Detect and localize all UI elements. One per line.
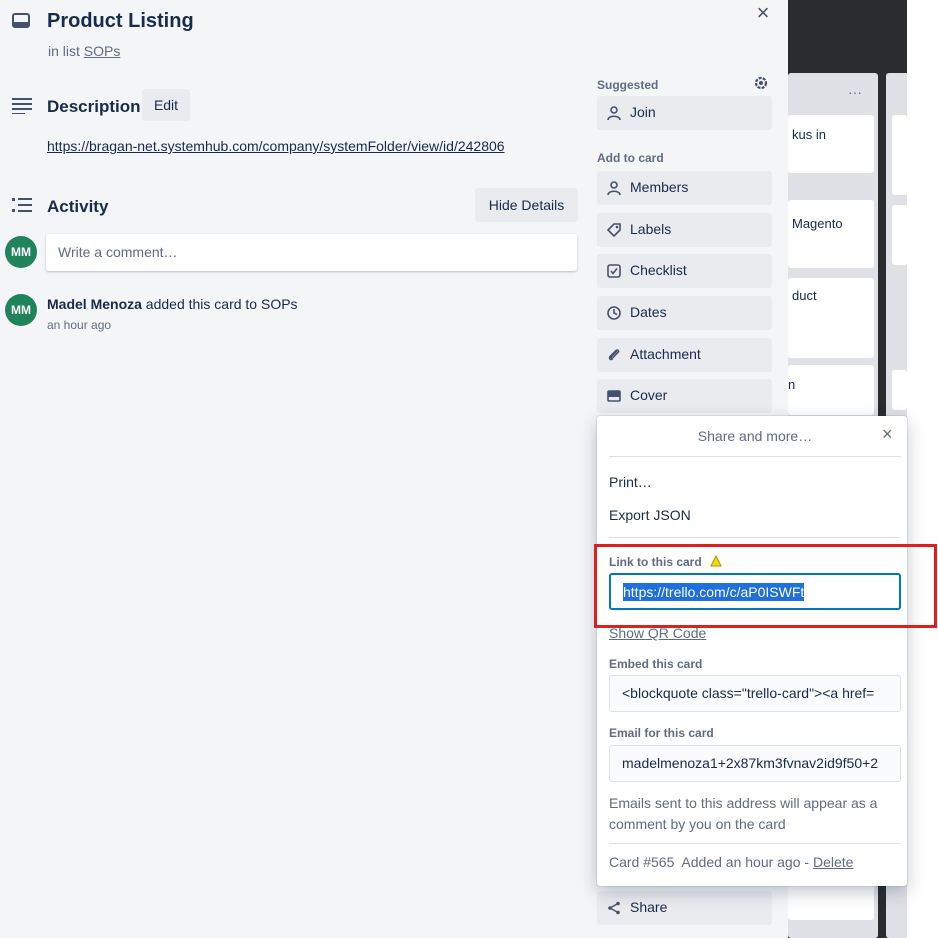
board-card-text: Magento: [792, 216, 843, 231]
cover-button[interactable]: Cover: [597, 379, 772, 413]
list-name-link[interactable]: SOPs: [84, 43, 121, 59]
email-note: Emails sent to this address will appear …: [609, 795, 878, 832]
activity-heading: Activity: [47, 197, 109, 216]
divider: [609, 456, 901, 457]
board-card[interactable]: kus in: [788, 115, 874, 173]
checklist-button[interactable]: Checklist: [597, 254, 772, 288]
hide-details-button[interactable]: Hide Details: [475, 188, 578, 222]
dates-button[interactable]: Dates: [597, 296, 772, 330]
close-icon[interactable]: ×: [882, 424, 893, 445]
comment-input[interactable]: Write a comment…: [46, 234, 577, 271]
board-card[interactable]: [892, 370, 907, 410]
tag-icon: [606, 223, 621, 238]
attachment-button[interactable]: Attachment: [597, 338, 772, 372]
share-popover: Share and more… × Print… Export JSON Lin…: [597, 416, 907, 886]
activity-timestamp[interactable]: an hour ago: [47, 318, 111, 332]
divider: [609, 537, 901, 538]
description-link[interactable]: https://bragan-net.systemhub.com/company…: [47, 138, 505, 154]
embed-code-input[interactable]: <blockquote class="trello-card"><a href=: [609, 675, 901, 712]
members-label: Members: [630, 179, 689, 195]
print-menu-item[interactable]: Print…: [609, 474, 652, 490]
email-label: Email for this card: [609, 726, 714, 740]
embed-label: Embed this card: [609, 657, 703, 671]
board-card[interactable]: n: [788, 365, 874, 415]
board-card-text: n: [788, 377, 796, 392]
board-card[interactable]: [892, 205, 907, 265]
paperclip-icon: [608, 349, 620, 361]
labels-button[interactable]: Labels: [597, 213, 772, 247]
join-button[interactable]: Join: [597, 96, 772, 130]
board-card[interactable]: [892, 115, 907, 195]
board-card-text: duct: [792, 288, 817, 303]
avatar[interactable]: MM: [5, 294, 37, 326]
checkbox-icon: [607, 264, 621, 278]
avatar[interactable]: MM: [5, 236, 37, 268]
export-json-menu-item[interactable]: Export JSON: [609, 507, 691, 523]
add-to-card-heading: Add to card: [597, 151, 664, 165]
board-card-text: kus in: [792, 127, 826, 142]
share-button[interactable]: Share: [597, 891, 772, 925]
person-icon: [607, 106, 621, 121]
checklist-label: Checklist: [630, 262, 687, 278]
close-icon[interactable]: ×: [752, 2, 774, 24]
delete-link[interactable]: Delete: [813, 854, 853, 870]
card-email-input[interactable]: madelmenoza1+2x87km3fvnav2id9f50+2: [609, 745, 901, 782]
join-label: Join: [630, 104, 656, 120]
in-list-prefix: in list: [48, 43, 80, 59]
dates-label: Dates: [630, 304, 667, 320]
activity-user[interactable]: Madel Menoza: [47, 296, 142, 312]
board-card[interactable]: Magento: [788, 200, 874, 268]
activity-icon: [12, 198, 32, 212]
description-icon: [12, 98, 32, 114]
gear-icon[interactable]: [752, 74, 770, 92]
board-card[interactable]: duct: [788, 278, 874, 358]
attachment-label: Attachment: [630, 346, 701, 362]
clock-icon: [607, 306, 621, 320]
board-card[interactable]: [788, 880, 874, 920]
share-label: Share: [630, 899, 668, 915]
card-added-text: Added an hour ago -: [681, 854, 810, 870]
cover-label: Cover: [630, 387, 668, 403]
description-heading: Description: [47, 97, 141, 116]
person-icon: [607, 181, 621, 196]
card-list-location: in list SOPs: [48, 43, 120, 59]
members-button[interactable]: Members: [597, 171, 772, 205]
divider: [609, 843, 901, 844]
card-title[interactable]: Product Listing: [47, 10, 194, 33]
card-info-footer: Card #565 Added an hour ago - Delete: [609, 854, 853, 870]
popover-title: Share and more…: [697, 428, 813, 444]
activity-action: added this card to SOPs: [145, 296, 298, 312]
card-number: Card #565: [609, 854, 675, 870]
card-cover-icon: [607, 390, 621, 402]
list-menu-icon[interactable]: ···: [848, 84, 862, 100]
edit-description-button[interactable]: Edit: [142, 89, 190, 121]
card-icon: [12, 13, 30, 28]
suggested-heading: Suggested: [597, 78, 659, 92]
activity-entry: Madel Menoza added this card to SOPs: [47, 296, 298, 312]
share-icon: [608, 901, 620, 915]
labels-label: Labels: [630, 221, 672, 237]
highlight-box: [594, 544, 937, 628]
